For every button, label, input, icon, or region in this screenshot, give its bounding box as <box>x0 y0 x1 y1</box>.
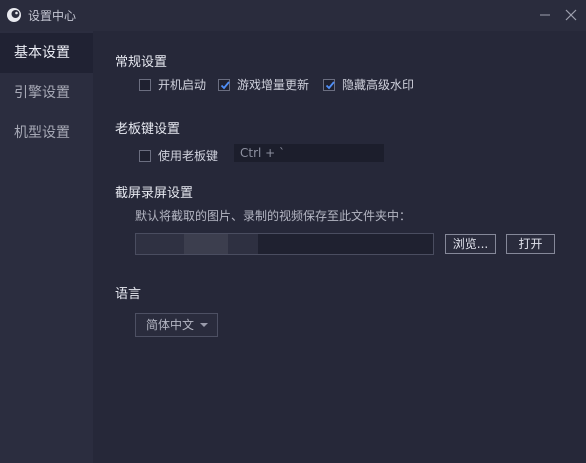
open-folder-button[interactable]: 打开 <box>506 234 555 254</box>
boss-key-label: 使用老板键 <box>158 149 219 163</box>
screenshot-section-title: 截屏录屏设置 <box>115 186 194 201</box>
boss-key-row: 使用老板键 <box>139 147 227 164</box>
minimize-icon[interactable] <box>536 6 554 24</box>
incremental-update-label: 游戏增量更新 <box>237 78 310 92</box>
language-select[interactable]: 简体中文 <box>135 313 218 337</box>
sidebar-item-engine-settings[interactable]: 引擎设置 <box>0 73 93 113</box>
boss-key-checkbox[interactable] <box>139 149 151 162</box>
sidebar-item-device-settings[interactable]: 机型设置 <box>0 113 93 153</box>
boss-key-section-title: 老板键设置 <box>115 122 181 137</box>
close-icon[interactable] <box>562 6 580 24</box>
language-select-value: 简体中文 <box>146 318 195 332</box>
title-bar: 设置中心 <box>0 0 586 31</box>
incremental-update-checkbox[interactable] <box>218 78 231 91</box>
autostart-label: 开机启动 <box>158 78 207 92</box>
general-section-title: 常规设置 <box>115 55 168 70</box>
save-folder-description: 默认将截取的图片、录制的视频保存至此文件夹中： <box>135 209 412 223</box>
general-options-row: 开机启动 游戏增量更新 隐藏高级水印 <box>139 76 423 93</box>
autostart-checkbox[interactable] <box>139 78 151 91</box>
window-title: 设置中心 <box>28 9 77 23</box>
save-folder-path-field[interactable] <box>135 233 434 255</box>
hide-watermark-checkbox[interactable] <box>323 78 336 91</box>
sidebar: 基本设置 引擎设置 机型设置 <box>0 31 93 463</box>
sidebar-item-basic-settings[interactable]: 基本设置 <box>0 33 93 73</box>
check-icon <box>220 80 230 89</box>
boss-key-hotkey-field[interactable]: Ctrl + ` <box>234 144 384 162</box>
hide-watermark-label: 隐藏高级水印 <box>342 78 415 92</box>
redacted-path <box>136 234 184 254</box>
chevron-down-icon <box>200 323 208 327</box>
language-section-title: 语言 <box>115 287 142 302</box>
check-icon <box>325 80 335 89</box>
browse-button[interactable]: 浏览... <box>445 234 496 254</box>
settings-panel: 常规设置 开机启动 游戏增量更新 隐藏高级水印 老板键设置 使用老板键 Ctrl… <box>93 31 586 463</box>
app-logo-icon <box>7 8 21 22</box>
